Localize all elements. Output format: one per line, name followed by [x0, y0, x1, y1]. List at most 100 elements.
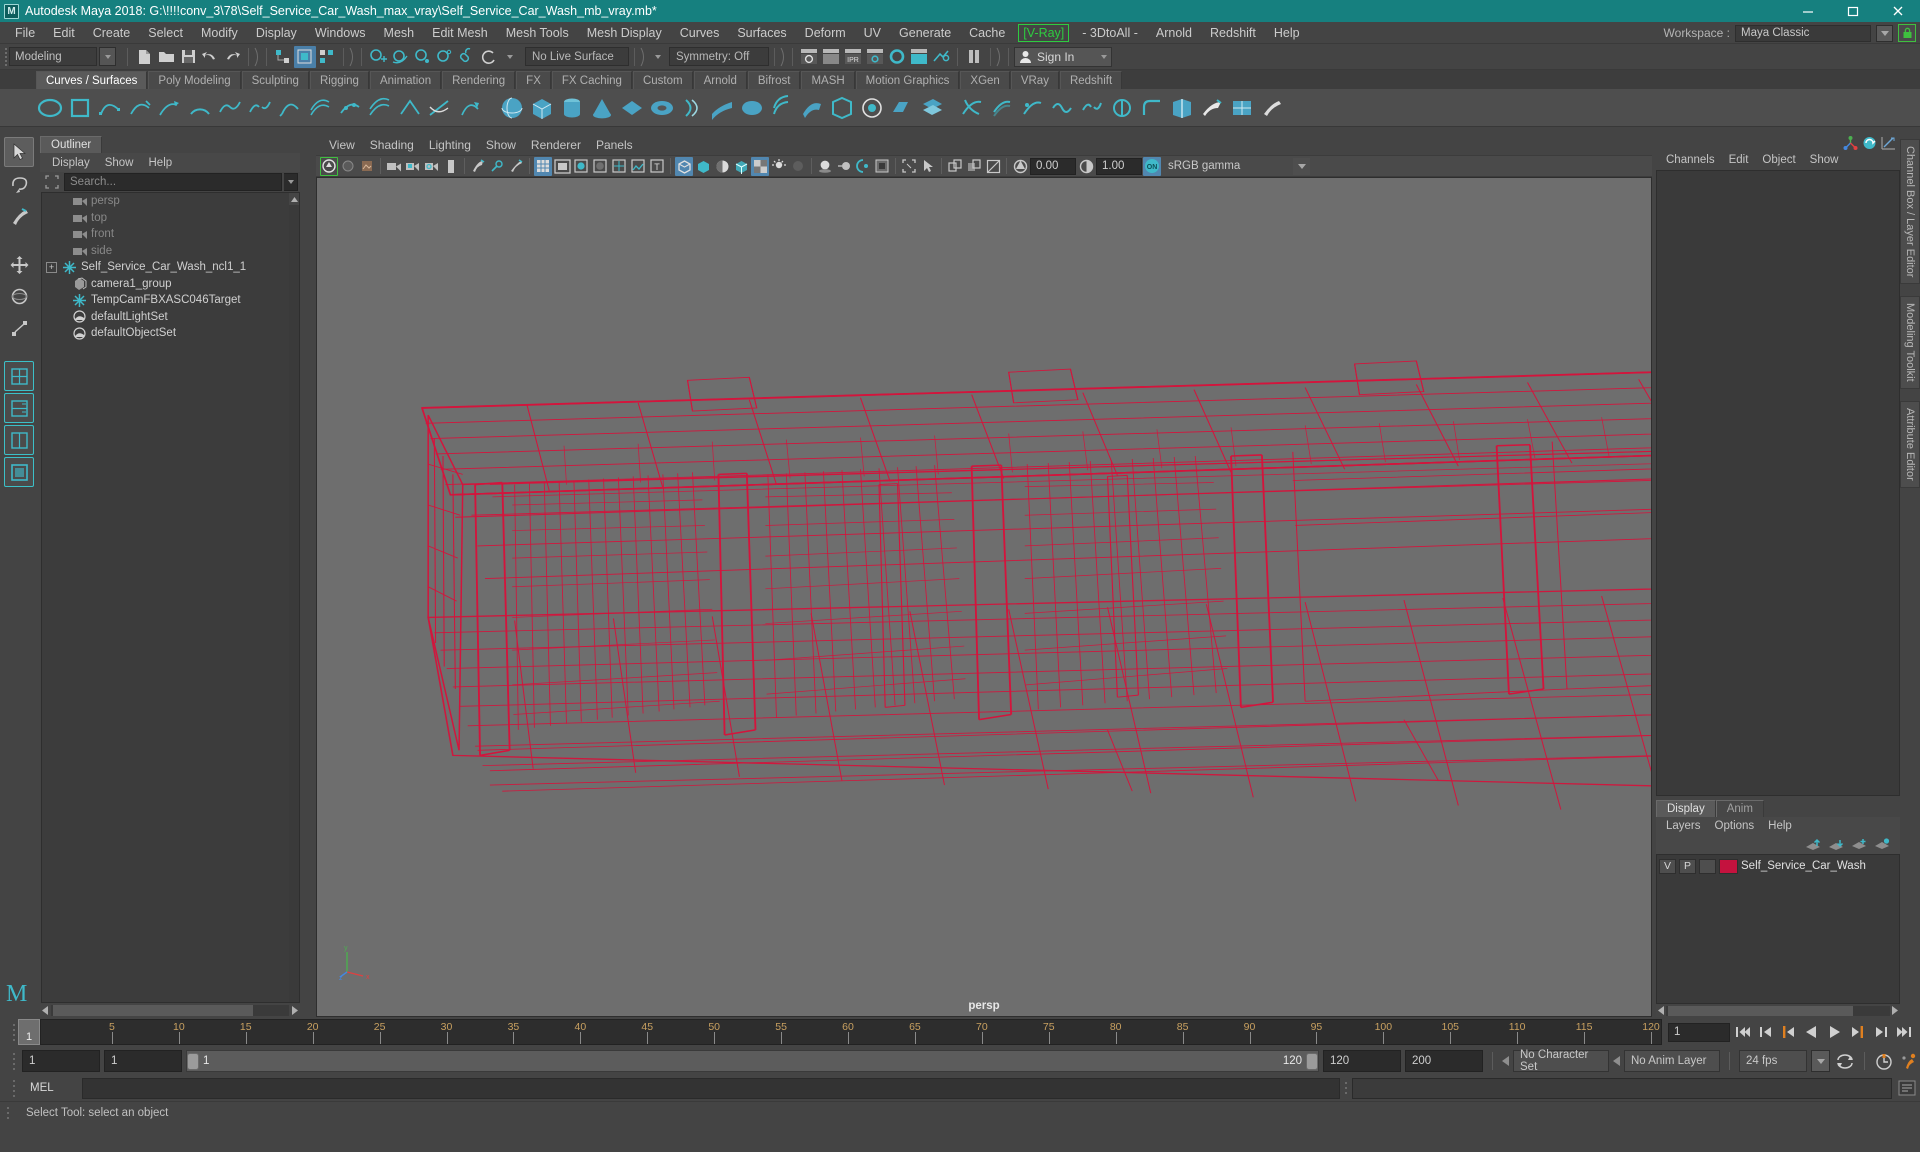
- detach-surfaces-icon[interactable]: [1078, 93, 1106, 123]
- viewport-menu-panels[interactable]: Panels: [589, 137, 640, 153]
- menu-edit-mesh[interactable]: Edit Mesh: [423, 23, 497, 43]
- paint-selection-tool-icon[interactable]: [4, 201, 34, 231]
- rotate-tool-icon[interactable]: [4, 281, 34, 311]
- character-set-chevron-icon[interactable]: [1502, 1056, 1509, 1066]
- boundary-icon[interactable]: [828, 93, 856, 123]
- menu-cache[interactable]: Cache: [960, 23, 1014, 43]
- menu-select[interactable]: Select: [139, 23, 192, 43]
- layer-scroll-right-icon[interactable]: [1890, 1004, 1900, 1017]
- redo-render-icon[interactable]: [820, 46, 842, 68]
- shelf-tab-sculpting[interactable]: Sculpting: [241, 71, 309, 89]
- chevron-down-icon[interactable]: [1876, 24, 1893, 42]
- viewport-menu-shading[interactable]: Shading: [363, 137, 421, 153]
- list-item[interactable]: + Self_Service_Car_Wash_ncl1_1: [42, 259, 299, 276]
- camera-settings-icon[interactable]: [423, 157, 441, 176]
- shaded-wireframe-icon[interactable]: [610, 157, 628, 176]
- color-management-toggle-icon[interactable]: ON: [1143, 156, 1161, 176]
- gamma-toggle-icon[interactable]: [984, 157, 1002, 176]
- snap-to-grid-icon[interactable]: [367, 46, 389, 68]
- shelf-tab-motion-graphics[interactable]: Motion Graphics: [855, 71, 960, 89]
- wireframe-shading-icon[interactable]: [572, 157, 590, 176]
- layer-scroll-left-icon[interactable]: [1656, 1004, 1666, 1017]
- layer-playback-toggle[interactable]: P: [1679, 858, 1696, 874]
- playback-speed-chevron-icon[interactable]: [1811, 1050, 1830, 1072]
- playback-end-time-field[interactable]: 120: [1323, 1050, 1401, 1072]
- move-layer-down-icon[interactable]: [1828, 838, 1844, 851]
- shelf-tab-custom[interactable]: Custom: [632, 71, 693, 89]
- nurbs-sphere-icon[interactable]: [498, 93, 526, 123]
- bookmark-icon[interactable]: [339, 157, 357, 176]
- channelbox-menu-object[interactable]: Object: [1756, 153, 1801, 167]
- square-surface-icon[interactable]: [858, 93, 886, 123]
- channelbox-menu-show[interactable]: Show: [1804, 153, 1845, 167]
- playback-speed-value[interactable]: 24 fps: [1739, 1050, 1807, 1072]
- minimize-icon[interactable]: [1785, 0, 1830, 22]
- layer-hscroll-track[interactable]: [1666, 1005, 1890, 1016]
- layer-list[interactable]: V P Self_Service_Car_Wash: [1656, 854, 1900, 1004]
- motion-blur-icon[interactable]: [835, 157, 853, 176]
- add-points-tool-icon[interactable]: [366, 93, 394, 123]
- textured-icon[interactable]: [629, 157, 647, 176]
- render-view-icon[interactable]: [908, 46, 930, 68]
- layout-four-panes-icon[interactable]: [4, 361, 34, 391]
- gamma-value[interactable]: 1.00: [1096, 157, 1142, 175]
- animation-preferences-icon[interactable]: [1899, 1051, 1920, 1072]
- nurbs-cylinder-icon[interactable]: [558, 93, 586, 123]
- screen-space-ao-icon[interactable]: [816, 157, 834, 176]
- pause-render-icon[interactable]: [963, 46, 985, 68]
- list-item[interactable]: front: [42, 226, 299, 243]
- menu-uv[interactable]: UV: [855, 23, 890, 43]
- menu-generate[interactable]: Generate: [890, 23, 960, 43]
- close-icon[interactable]: [1875, 0, 1920, 22]
- outliner-horizontal-scrollbar[interactable]: [40, 1003, 300, 1017]
- search-icon[interactable]: [42, 173, 62, 191]
- vtab-modeling-toolkit[interactable]: Modeling Toolkit: [1900, 296, 1920, 390]
- range-start-handle[interactable]: [187, 1052, 199, 1070]
- toolbar-grip[interactable]: [2, 46, 9, 68]
- color-management-chevron-icon[interactable]: [1293, 157, 1310, 175]
- expand-toggle-icon[interactable]: +: [46, 261, 57, 273]
- hscroll-track[interactable]: [51, 1004, 289, 1016]
- layer-menu-layers[interactable]: Layers: [1660, 819, 1707, 833]
- time-slider-track[interactable]: 5 10 15 20 25 30 35 40 45 50 55 60 65 70 75 80 85 90 95 100…: [40, 1019, 1662, 1045]
- lock-icon[interactable]: [1898, 24, 1916, 42]
- snap-to-curve-icon[interactable]: [389, 46, 411, 68]
- open-scene-icon[interactable]: [155, 46, 177, 68]
- menuset-chevron-down-icon[interactable]: [99, 47, 116, 66]
- planar-icon[interactable]: [738, 93, 766, 123]
- nurbs-square-icon[interactable]: [66, 93, 94, 123]
- loop-playback-icon[interactable]: [1834, 1051, 1855, 1072]
- shelf-tab-xgen[interactable]: XGen: [960, 71, 1010, 89]
- symmetry-field[interactable]: Symmetry: Off: [669, 47, 769, 66]
- layer-menu-help[interactable]: Help: [1762, 819, 1798, 833]
- move-tool-icon[interactable]: [4, 249, 34, 279]
- layer-hscroll-thumb[interactable]: [1668, 1005, 1853, 1016]
- viewport-menu-renderer[interactable]: Renderer: [524, 137, 588, 153]
- transparency-icon[interactable]: [751, 156, 769, 176]
- render-current-frame-icon[interactable]: [798, 46, 820, 68]
- offset-curve-icon[interactable]: [306, 93, 334, 123]
- intersect-surfaces-icon[interactable]: [958, 93, 986, 123]
- go-to-start-icon[interactable]: [1732, 1022, 1753, 1043]
- command-output[interactable]: [1352, 1077, 1892, 1099]
- list-item[interactable]: camera1_group: [42, 276, 299, 293]
- layer-horizontal-scrollbar[interactable]: [1656, 1004, 1900, 1017]
- layout-three-split-icon[interactable]: [4, 425, 34, 455]
- snap-to-projected-center-icon[interactable]: [433, 46, 455, 68]
- shelf-tab-arnold[interactable]: Arnold: [693, 71, 747, 89]
- menu-curves[interactable]: Curves: [671, 23, 729, 43]
- shelf-tab-rendering[interactable]: Rendering: [442, 71, 516, 89]
- command-line-grip[interactable]: [10, 1075, 18, 1101]
- menu-display[interactable]: Display: [247, 23, 306, 43]
- birail-icon[interactable]: [798, 93, 826, 123]
- menu-mesh-tools[interactable]: Mesh Tools: [497, 23, 578, 43]
- play-forwards-icon[interactable]: [1824, 1022, 1845, 1043]
- viewport-3d[interactable]: y z x persp: [316, 177, 1652, 1017]
- sign-in-chevron-icon[interactable]: [1101, 54, 1108, 59]
- scroll-up-icon[interactable]: [289, 193, 299, 205]
- trim-tool-icon[interactable]: [988, 93, 1016, 123]
- shelf-tab-poly-modeling[interactable]: Poly Modeling: [148, 71, 241, 89]
- layer-display-type-toggle[interactable]: [1699, 858, 1716, 874]
- xray-mode-icon[interactable]: [675, 156, 693, 176]
- two-d-pan-zoom-icon[interactable]: [469, 157, 487, 176]
